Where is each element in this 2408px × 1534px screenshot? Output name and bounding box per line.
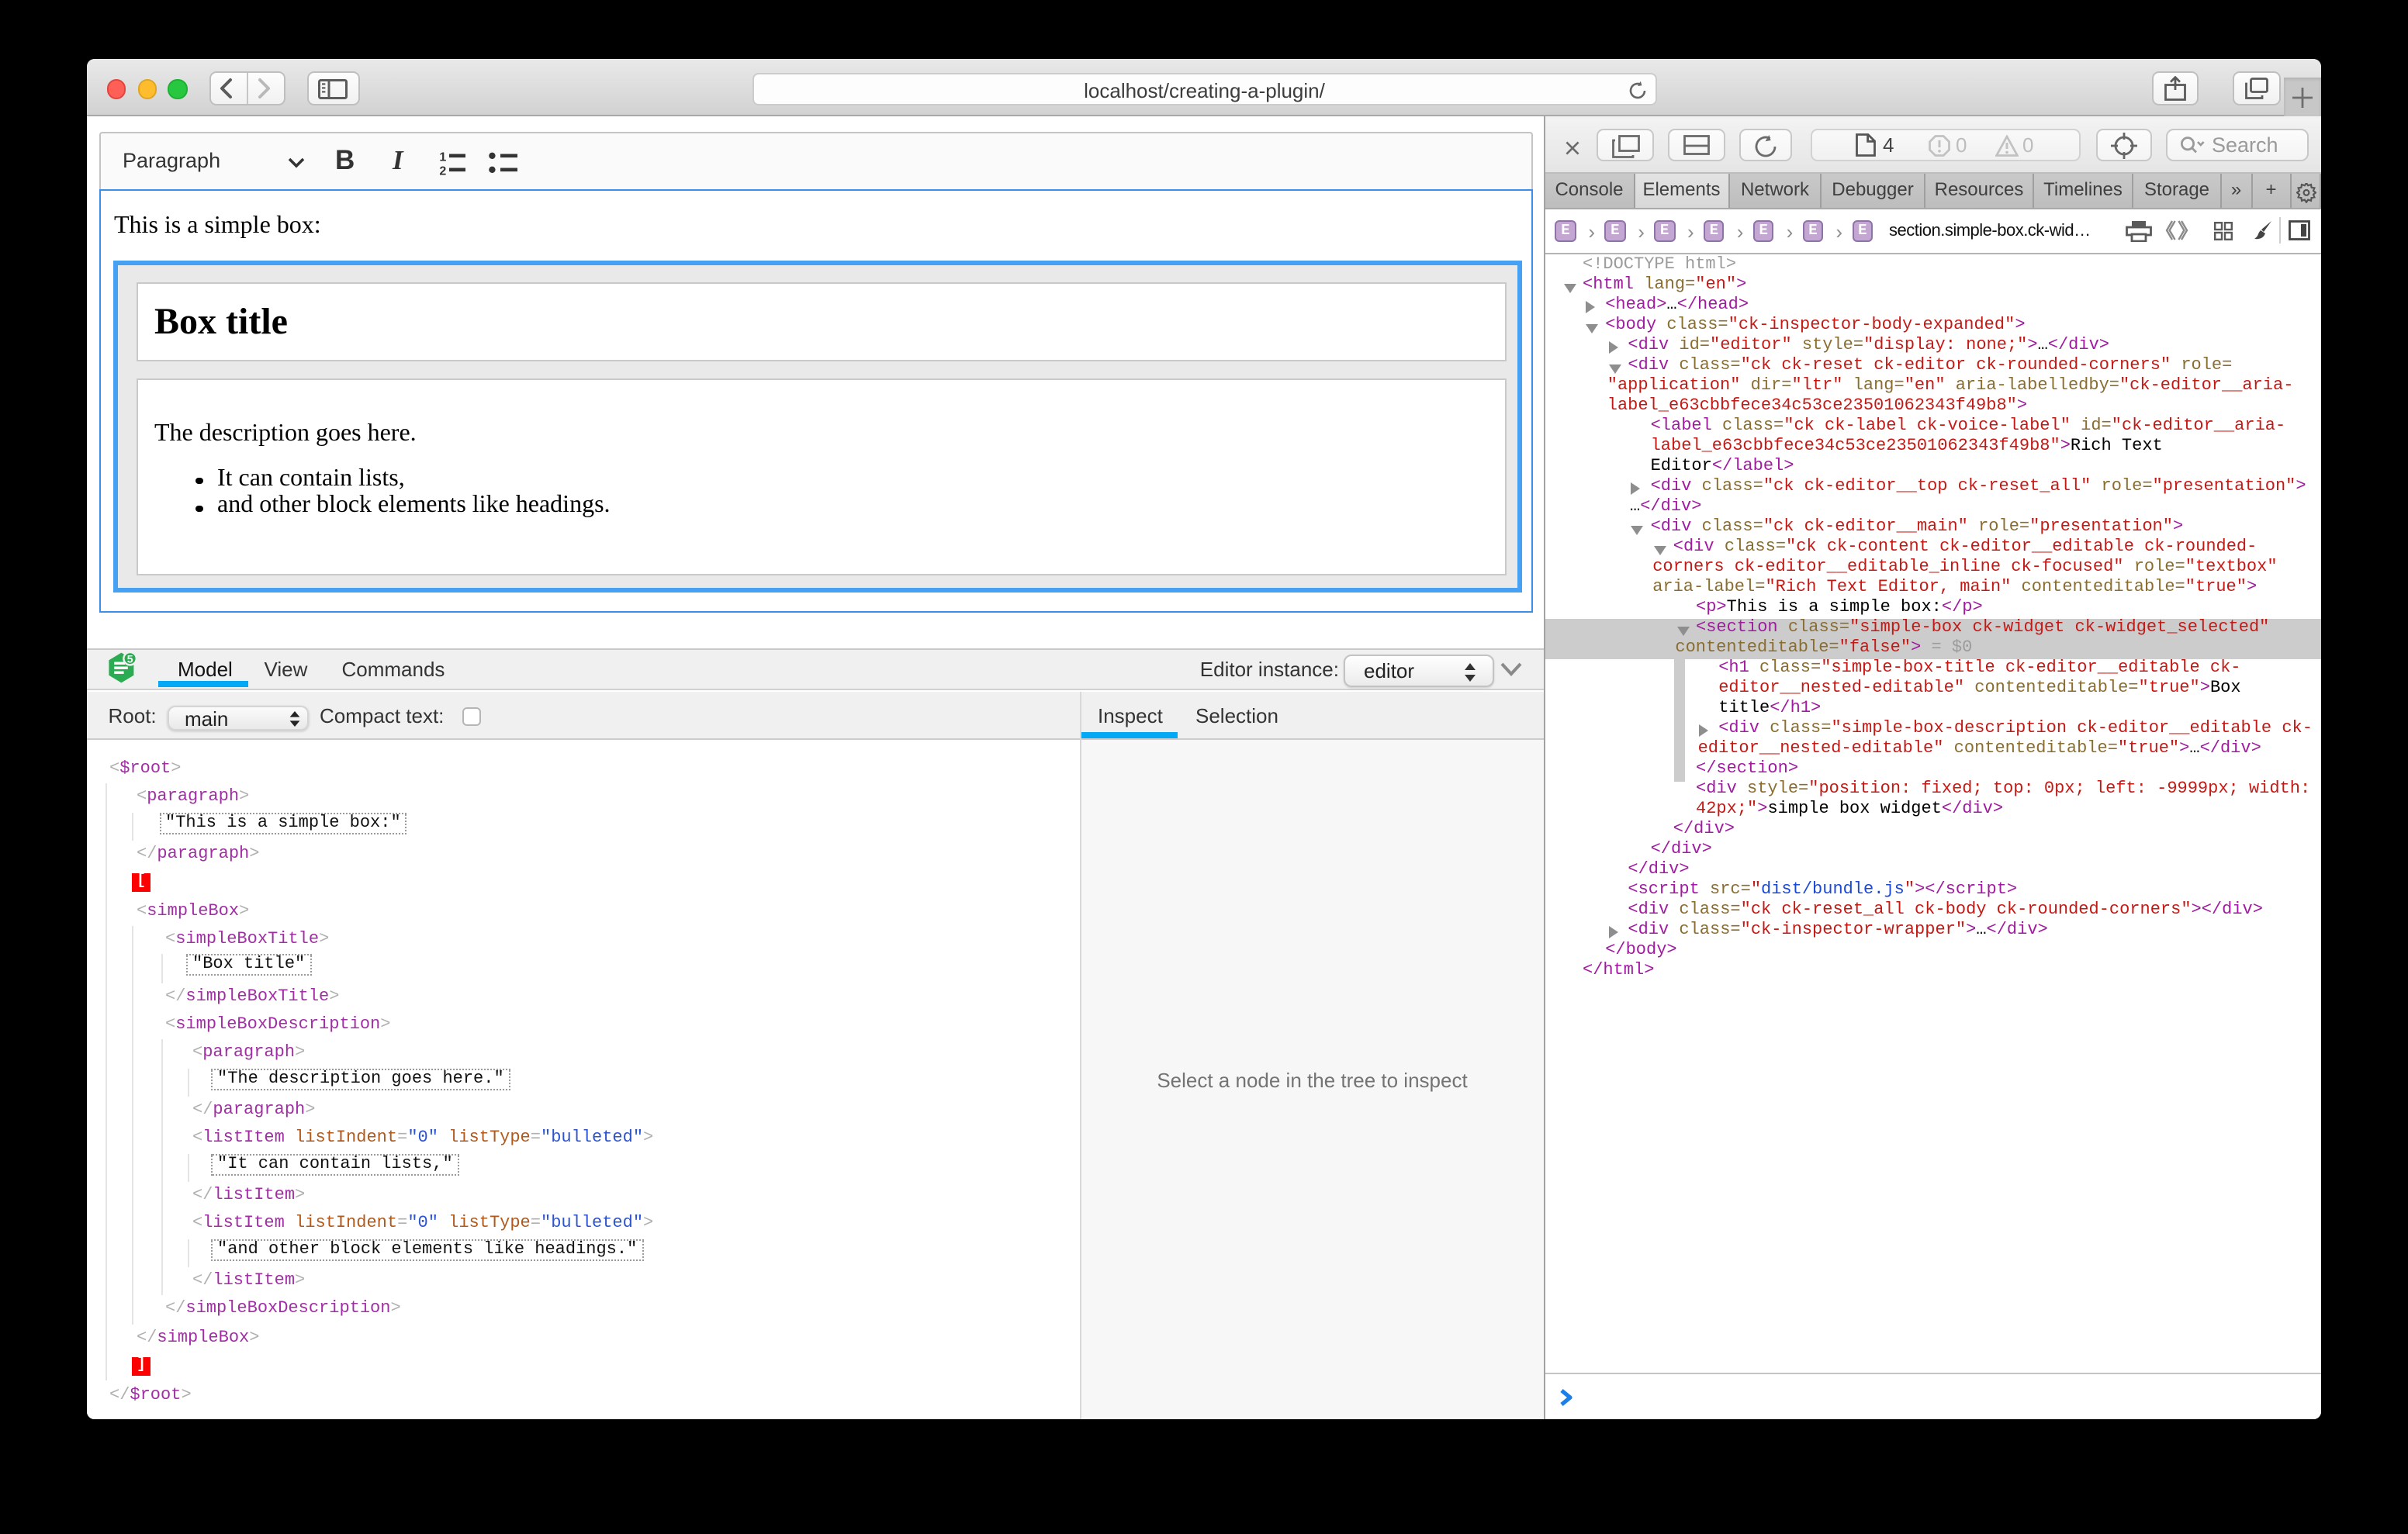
svg-text:1: 1 xyxy=(438,151,445,164)
svg-text:5: 5 xyxy=(126,653,133,665)
svg-text:2: 2 xyxy=(438,165,445,175)
